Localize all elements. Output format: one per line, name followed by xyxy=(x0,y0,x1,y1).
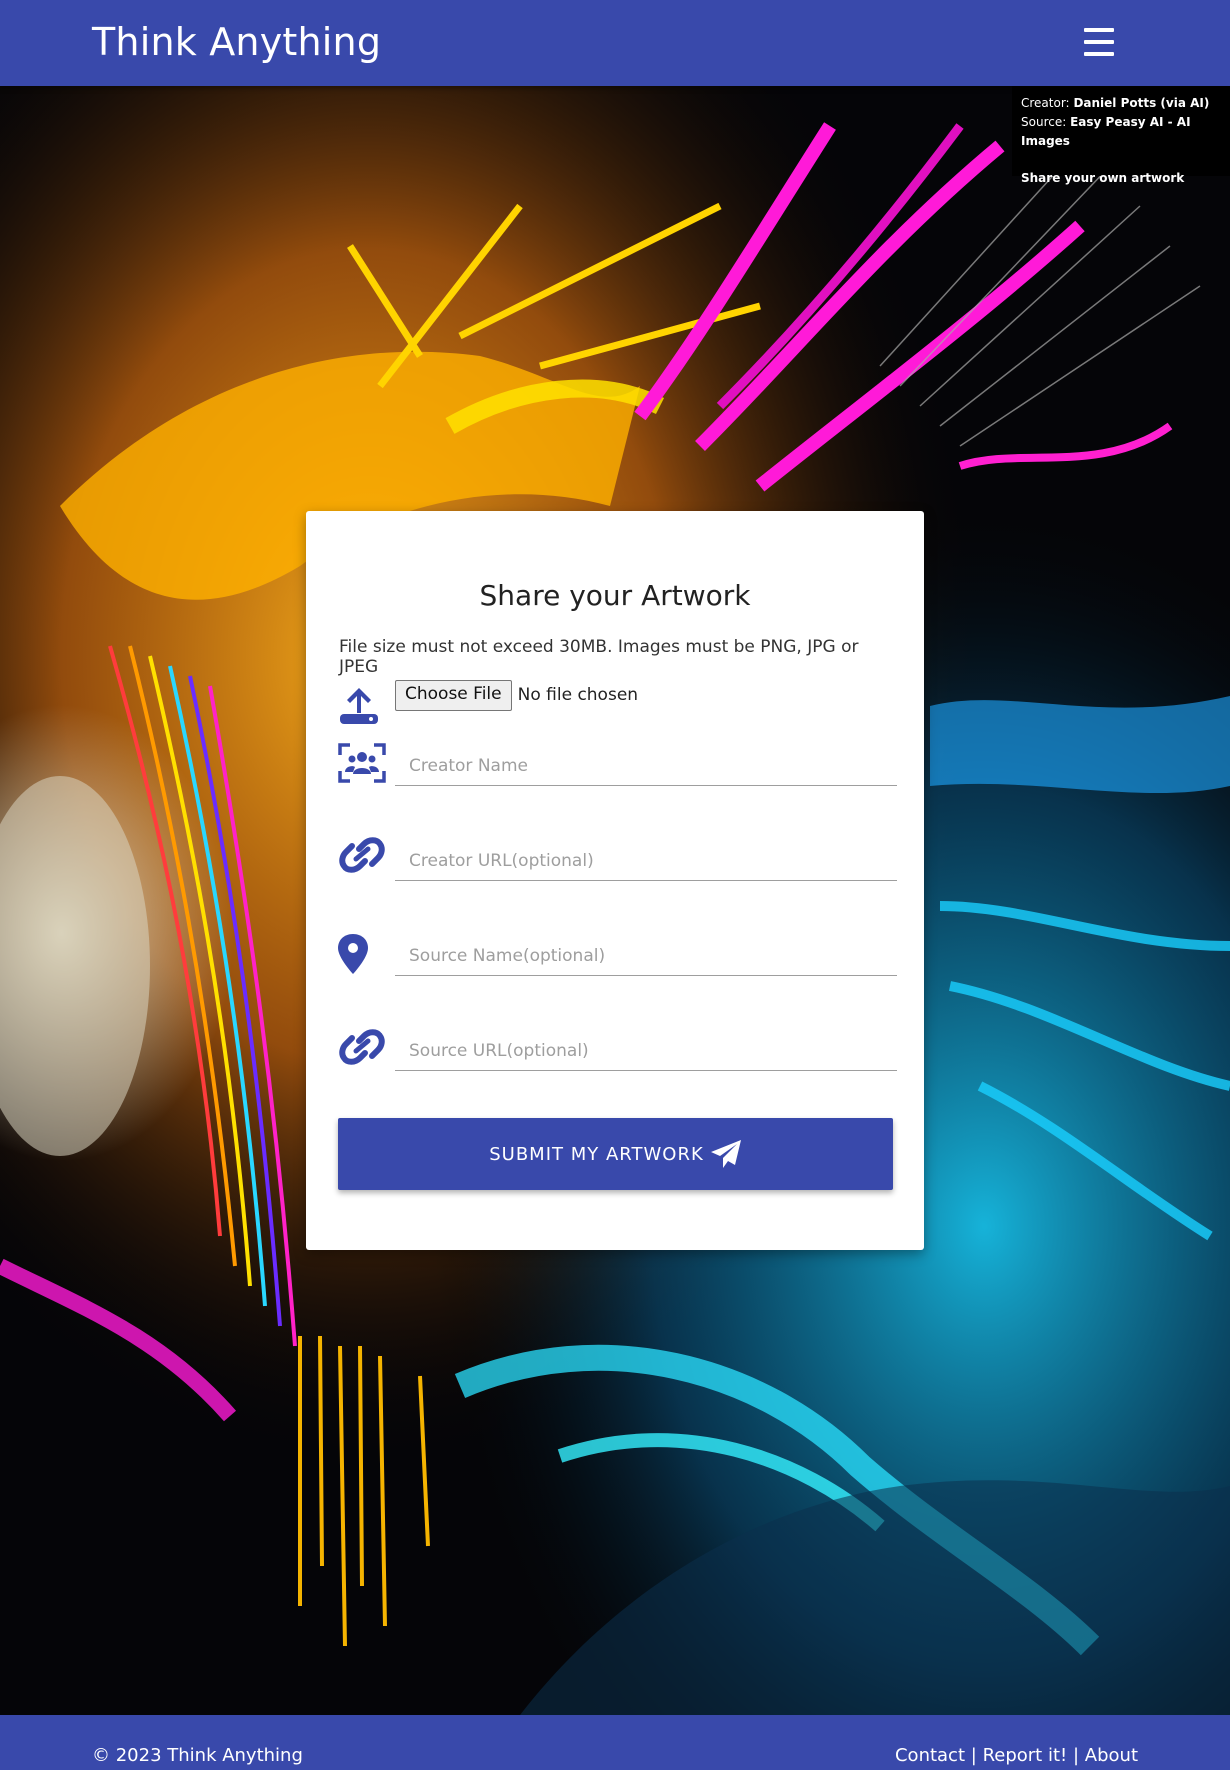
form-title: Share your Artwork xyxy=(479,579,751,612)
contact-link[interactable]: Contact xyxy=(895,1745,965,1766)
share-artwork-link[interactable]: Share your own artwork xyxy=(1021,169,1230,188)
file-status-text: No file chosen xyxy=(517,685,639,705)
footer-links: Contact | Report it! | About xyxy=(895,1745,1138,1766)
credit-source-line: Source: Easy Peasy AI - AI Images xyxy=(1021,113,1230,151)
file-size-note: File size must not exceed 30MB. Images m… xyxy=(339,637,859,677)
users-icon xyxy=(338,743,386,783)
report-link[interactable]: Report it! xyxy=(983,1745,1068,1766)
credit-creator-name[interactable]: Daniel Potts (via AI) xyxy=(1073,96,1209,110)
submit-button-label: SUBMIT MY ARTWORK xyxy=(489,1143,704,1165)
brand-logo-text[interactable]: Think Anything xyxy=(92,20,381,64)
creator-url-input[interactable] xyxy=(395,841,897,881)
choose-file-button[interactable]: Choose File xyxy=(395,679,512,711)
hamburger-menu-icon[interactable] xyxy=(1084,28,1114,56)
creator-name-input[interactable] xyxy=(395,746,897,786)
location-pin-icon xyxy=(338,934,368,974)
about-link[interactable]: About xyxy=(1085,1745,1138,1766)
source-url-input[interactable] xyxy=(395,1031,897,1071)
top-navbar: Think Anything xyxy=(0,0,1230,86)
copyright-text: © 2023 Think Anything xyxy=(92,1745,303,1766)
image-credit-panel: Creator: Daniel Potts (via AI) Source: E… xyxy=(1012,86,1230,185)
source-name-input[interactable] xyxy=(395,936,897,976)
credit-source-label: Source: xyxy=(1021,115,1067,129)
footer-separator: | xyxy=(970,1745,977,1766)
share-artwork-card: Share your Artwork File size must not ex… xyxy=(306,511,924,1250)
submit-artwork-button[interactable]: SUBMIT MY ARTWORK xyxy=(338,1118,893,1190)
page-footer: © 2023 Think Anything Contact | Report i… xyxy=(0,1715,1230,1770)
credit-creator-line: Creator: Daniel Potts (via AI) xyxy=(1021,94,1230,113)
upload-icon xyxy=(340,688,378,724)
footer-separator: | xyxy=(1072,1745,1080,1766)
credit-creator-label: Creator: xyxy=(1021,96,1070,110)
link-icon xyxy=(339,837,385,873)
paper-plane-icon xyxy=(710,1140,741,1168)
file-input: Choose File No file chosen xyxy=(395,679,639,711)
link-icon xyxy=(339,1029,385,1065)
